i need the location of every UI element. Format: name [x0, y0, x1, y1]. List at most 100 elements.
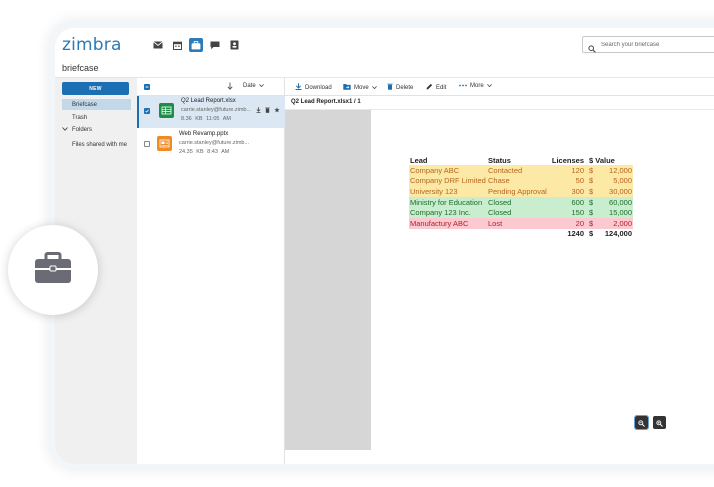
file-name: Q2 Lead Report.xlsx	[181, 98, 236, 104]
chat-icon[interactable]	[208, 38, 222, 52]
table-cell	[409, 229, 487, 240]
currency-cell: $	[589, 218, 594, 228]
trash-icon	[387, 83, 393, 92]
spreadsheet-row: Company 123 Inc. Closed 150 $15,000	[409, 207, 633, 218]
sidebar-item-trash[interactable]: Trash	[62, 112, 131, 123]
status-cell: Lost	[488, 218, 503, 228]
move-folder-icon	[343, 83, 351, 92]
preview-toolbar: Download Move Delete Edit More	[285, 78, 714, 96]
search-input[interactable]	[601, 38, 714, 51]
file-time: 8:43 AM	[207, 149, 230, 155]
sidebar-folders-toggle[interactable]: Folders	[62, 127, 92, 133]
new-button[interactable]: NEW	[62, 82, 129, 95]
value-cell: 30,000	[609, 186, 632, 196]
file-size: 24.35 KB	[179, 149, 204, 155]
zoom-in-button[interactable]	[653, 416, 666, 429]
value-cell: 15,000	[609, 208, 632, 218]
chevron-down-icon	[258, 83, 264, 89]
trash-icon[interactable]	[265, 107, 270, 115]
edit-label: Edit	[436, 84, 447, 91]
zoom-out-icon	[638, 414, 645, 432]
lead-cell: University 123	[410, 186, 458, 196]
chevron-down-icon	[371, 85, 377, 91]
edit-button[interactable]: Edit	[426, 83, 446, 92]
status-cell: Contacted	[488, 165, 523, 175]
top-bar: zimbra	[55, 28, 714, 62]
spreadsheet-row: Company ABC Contacted 120 $12,000	[409, 165, 633, 176]
mail-icon[interactable]	[151, 38, 165, 52]
zoom-in-icon	[656, 414, 663, 432]
more-label: More	[470, 83, 484, 89]
screenshot-stage: zimbra Search your briefcase briefcase N…	[0, 0, 714, 487]
contacts-icon[interactable]	[227, 38, 241, 52]
status-cell: Chase	[488, 176, 510, 186]
sort-direction-icon[interactable]	[227, 82, 233, 92]
lead-cell: Company DRF Limited	[410, 176, 486, 186]
file-checkbox[interactable]	[144, 141, 150, 147]
download-button[interactable]: Download	[295, 83, 332, 92]
download-icon	[295, 83, 302, 92]
sort-dropdown[interactable]: Date	[243, 83, 264, 89]
download-label: Download	[305, 84, 332, 91]
column-header: Lead	[410, 155, 428, 165]
search-icon	[588, 40, 596, 58]
total-currency: $	[589, 229, 594, 239]
star-icon[interactable]	[274, 107, 280, 115]
lead-cell: Company ABC	[410, 165, 460, 175]
lead-cell: Company 123 Inc.	[410, 208, 471, 218]
search-box[interactable]	[582, 36, 714, 53]
file-owner: carrie.stanley@future.zimb...	[179, 140, 250, 146]
move-label: Move	[354, 84, 369, 91]
move-button[interactable]: Move	[343, 83, 377, 92]
document-title: Q2 Lead Report.xlsx	[291, 99, 350, 105]
status-cell: Closed	[488, 208, 512, 218]
spreadsheet-row: University 123 Pending Approval 300 $30,000	[409, 186, 633, 197]
column-header: $ Value	[589, 155, 615, 165]
document-preview[interactable]: Lead Status Licenses $ Value Company ABC…	[371, 110, 714, 450]
zimbra-logo[interactable]: zimbra	[62, 35, 122, 55]
licenses-cell: 150	[571, 208, 584, 218]
download-icon[interactable]	[256, 107, 261, 115]
chevron-down-icon	[62, 127, 68, 133]
spreadsheet-total-row: 1240 $ 124,000	[409, 229, 633, 240]
calendar-icon[interactable]	[170, 38, 184, 52]
column-header: Status	[488, 155, 511, 165]
licenses-cell: 600	[571, 197, 584, 207]
spreadsheet-row: Ministry for Education Closed 600 $60,000	[409, 196, 633, 208]
file-row[interactable]: Q2 Lead Report.xlsx carrie.stanley@futur…	[137, 96, 285, 128]
sort-label: Date	[243, 83, 256, 89]
file-list-header: Date	[137, 78, 285, 96]
more-dots-icon	[459, 83, 467, 89]
value-cell: 2,000	[613, 218, 632, 228]
zoom-out-button[interactable]	[634, 414, 649, 432]
select-all-checkbox[interactable]	[144, 84, 150, 90]
delete-button[interactable]: Delete	[387, 83, 413, 92]
sidebar-item-shared[interactable]: Files shared with me	[72, 142, 127, 148]
status-cell: Closed	[488, 197, 512, 207]
more-button[interactable]: More	[459, 83, 492, 89]
file-time: 11:05 AM	[206, 116, 231, 122]
app-window: zimbra Search your briefcase briefcase N…	[55, 28, 714, 464]
currency-cell: $	[589, 186, 594, 196]
delete-label: Delete	[396, 84, 414, 91]
briefcase-icon	[34, 251, 72, 289]
value-cell: 5,000	[613, 176, 632, 186]
currency-cell: $	[589, 165, 594, 175]
file-list: Date Q2 Lead Report.xlsx carrie.stanley@…	[137, 78, 285, 464]
total-value: 124,000	[604, 229, 632, 239]
file-meta: 8.36 KB 11:05 AM	[181, 116, 231, 122]
section-header: briefcase	[55, 62, 714, 78]
document-bar: Q2 Lead Report.xlsx 1 / 1	[285, 96, 714, 110]
spreadsheet-body: Company ABC Contacted 120 $12,000 Company DR…	[409, 165, 633, 229]
file-name: Web Revamp.pptx	[179, 131, 229, 137]
presentation-file-icon	[157, 136, 172, 151]
file-checkbox[interactable]	[144, 108, 150, 114]
spreadsheet-file-icon	[159, 103, 174, 118]
file-row[interactable]: Web Revamp.pptx carrie.stanley@future.zi…	[137, 129, 285, 161]
sidebar-item-briefcase[interactable]: Briefcase	[62, 99, 131, 110]
briefcase-icon[interactable]	[189, 38, 203, 52]
sidebar-folders-label: Folders	[72, 127, 93, 133]
licenses-cell: 120	[571, 165, 584, 175]
preview-margin	[285, 110, 371, 450]
column-header: Licenses	[551, 155, 584, 165]
